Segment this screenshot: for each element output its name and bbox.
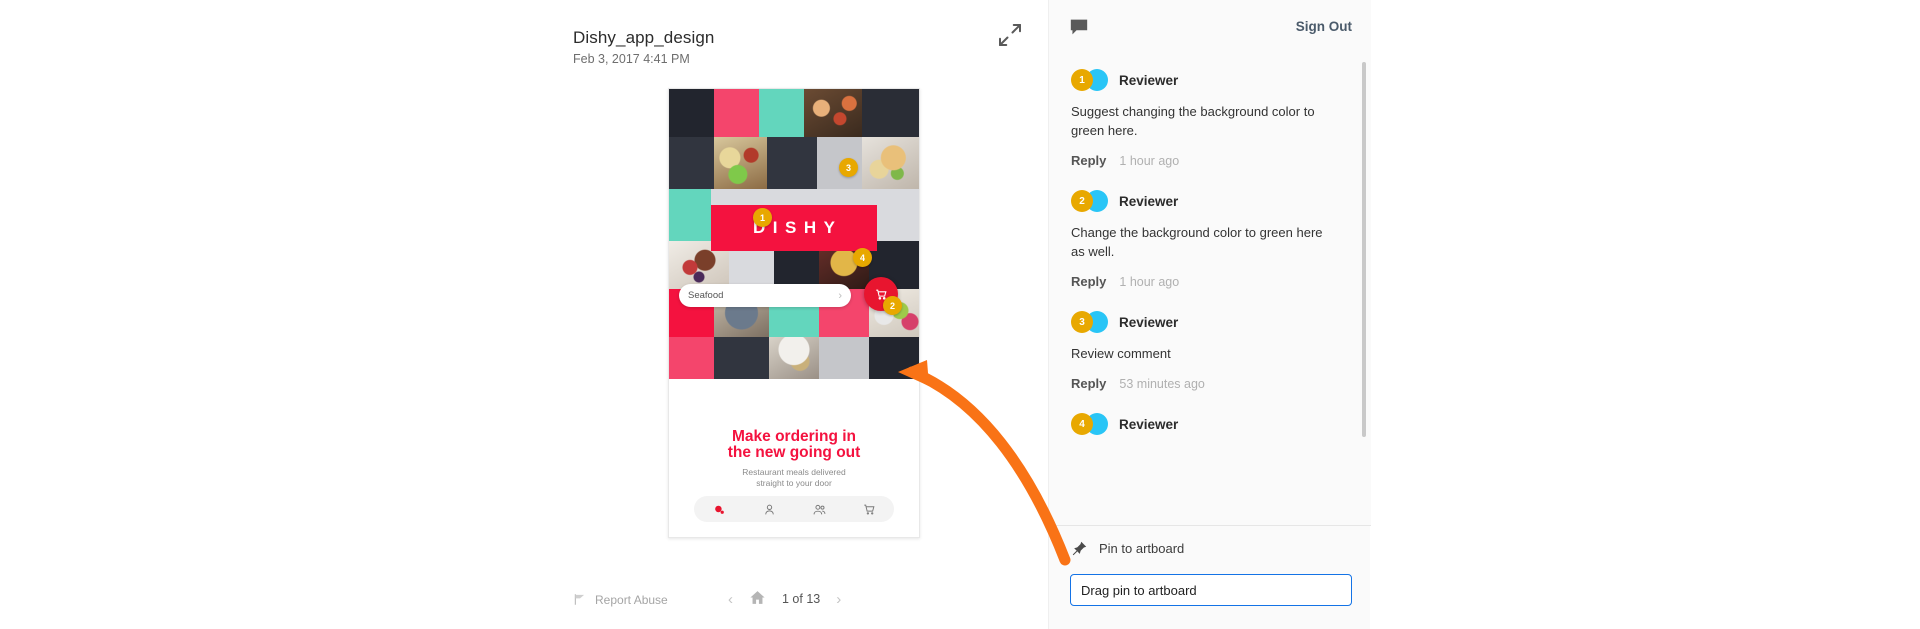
grid-cell	[767, 137, 817, 189]
grid-cell	[669, 89, 714, 137]
reply-button[interactable]: Reply	[1071, 153, 1106, 168]
comment-header: 4 Reviewer	[1071, 413, 1349, 435]
category-search-pill[interactable]: Seafood ›	[679, 284, 851, 307]
grid-cell	[862, 89, 919, 137]
comment-header: 1 Reviewer	[1071, 69, 1349, 91]
artboard-pin-2[interactable]: 2	[883, 296, 902, 315]
home-dot-icon	[714, 505, 724, 514]
comment-author: Reviewer	[1119, 72, 1179, 88]
comment-item[interactable]: 3 Reviewer Review comment Reply 53 minut…	[1049, 297, 1371, 399]
comment-header: 2 Reviewer	[1071, 190, 1349, 212]
grid-cell	[819, 337, 869, 379]
tab-profile[interactable]	[744, 503, 794, 516]
comment-bubble-icon[interactable]	[1069, 18, 1089, 36]
grid-cell	[759, 89, 804, 137]
divider	[1049, 525, 1371, 526]
comment-item[interactable]: 1 Reviewer Suggest changing the backgrou…	[1049, 55, 1371, 176]
comment-number-badge: 4	[1071, 413, 1093, 435]
comment-timestamp: 1 hour ago	[1119, 274, 1180, 289]
flag-icon	[574, 594, 585, 605]
comments-list[interactable]: 1 Reviewer Suggest changing the backgrou…	[1049, 55, 1371, 525]
comment-body: Review comment	[1071, 346, 1171, 361]
chevron-right-icon[interactable]: ›	[836, 591, 841, 608]
app-root: Dishy_app_design Feb 3, 2017 4:41 PM DIS…	[0, 0, 1920, 629]
pagination: ‹ 1 of 13 ›	[728, 589, 841, 609]
sign-out-button[interactable]: Sign Out	[1296, 19, 1352, 34]
app-logo-band: DISHY	[711, 205, 877, 251]
pin-comment-input[interactable]	[1070, 574, 1352, 606]
comment-body: Suggest changing the background color to…	[1071, 104, 1315, 138]
avatar: 3	[1071, 311, 1108, 333]
comment-item[interactable]: 4 Reviewer	[1049, 399, 1371, 443]
grid-cell-photo-dessert	[769, 337, 819, 379]
pin-to-artboard-label: Pin to artboard	[1099, 541, 1185, 556]
comment-footer: Reply 53 minutes ago	[1071, 376, 1349, 391]
comment-body: Change the background color to green her…	[1071, 225, 1323, 259]
asset-viewer: Dishy_app_design Feb 3, 2017 4:41 PM DIS…	[0, 0, 1048, 629]
avatar: 4	[1071, 413, 1108, 435]
comment-header: 3 Reviewer	[1071, 311, 1349, 333]
reply-button[interactable]: Reply	[1071, 274, 1106, 289]
comment-timestamp: 53 minutes ago	[1119, 376, 1205, 391]
grid-cell	[669, 337, 714, 379]
pin-to-artboard-button[interactable]: Pin to artboard	[1071, 540, 1184, 557]
asset-timestamp: Feb 3, 2017 4:41 PM	[573, 52, 690, 66]
comments-scrollbar[interactable]	[1362, 62, 1366, 437]
grid-cell-photo-pizza	[804, 89, 862, 137]
grid-cell	[877, 189, 919, 241]
grid-cell-photo-sandwich	[714, 137, 767, 189]
comment-footer: Reply 1 hour ago	[1071, 274, 1349, 289]
chevron-left-icon[interactable]: ‹	[728, 591, 733, 608]
report-abuse-button[interactable]: Report Abuse	[573, 592, 668, 607]
photo-grid: DISHY Seafood ›	[669, 89, 919, 379]
comment-timestamp: 1 hour ago	[1119, 153, 1180, 168]
tab-cart[interactable]	[844, 503, 894, 516]
artboard-subhead: Restaurant meals delivered straight to y…	[669, 467, 919, 489]
comment-number-badge: 2	[1071, 190, 1093, 212]
subhead-line-2: straight to your door	[756, 478, 832, 488]
headline-line-1: Make ordering in	[731, 428, 857, 445]
comment-author: Reviewer	[1119, 193, 1179, 209]
comment-number-badge: 1	[1071, 69, 1093, 91]
comment-item[interactable]: 2 Reviewer Change the background color t…	[1049, 176, 1371, 297]
tab-home[interactable]	[694, 503, 744, 516]
comment-footer: Reply 1 hour ago	[1071, 153, 1349, 168]
comment-author: Reviewer	[1119, 314, 1179, 330]
pushpin-icon	[1071, 540, 1088, 557]
grid-cell	[714, 337, 769, 379]
chevron-right-icon: ›	[838, 289, 842, 302]
comment-author: Reviewer	[1119, 416, 1179, 432]
panel-header: Sign Out	[1049, 0, 1371, 55]
tab-friends[interactable]	[794, 503, 844, 516]
artboard-tabbar	[694, 496, 894, 522]
artboard-pin-4[interactable]: 4	[853, 248, 872, 267]
artboard-pin-1[interactable]: 1	[753, 208, 772, 227]
artboard-headline: Make ordering in the new going out	[669, 429, 919, 461]
artboard-preview[interactable]: DISHY Seafood › Make ordering in the new…	[668, 88, 920, 538]
avatar: 1	[1071, 69, 1108, 91]
reply-button[interactable]: Reply	[1071, 376, 1106, 391]
category-label: Seafood	[688, 290, 724, 301]
artboard-copy-section: Make ordering in the new going out Resta…	[669, 379, 919, 537]
grid-cell	[714, 89, 759, 137]
grid-cell	[669, 137, 714, 189]
grid-cell	[869, 337, 919, 379]
cart-icon	[863, 504, 874, 515]
home-icon[interactable]	[749, 589, 766, 609]
grid-cell	[669, 189, 711, 241]
user-icon	[764, 504, 774, 514]
grid-cell-photo-burger	[862, 137, 919, 189]
subhead-line-1: Restaurant meals delivered	[742, 467, 846, 477]
artboard-pin-3[interactable]: 3	[839, 158, 858, 177]
users-icon	[813, 504, 825, 514]
headline-line-2: the new going out	[727, 444, 861, 461]
report-abuse-label: Report Abuse	[595, 592, 668, 607]
page-title: Dishy_app_design	[573, 28, 715, 47]
page-indicator: 1 of 13	[782, 592, 821, 606]
avatar: 2	[1071, 190, 1108, 212]
expand-arrows-icon[interactable]	[995, 20, 1025, 50]
comments-panel: Sign Out 1 Reviewer Suggest changing the…	[1048, 0, 1371, 629]
comment-number-badge: 3	[1071, 311, 1093, 333]
